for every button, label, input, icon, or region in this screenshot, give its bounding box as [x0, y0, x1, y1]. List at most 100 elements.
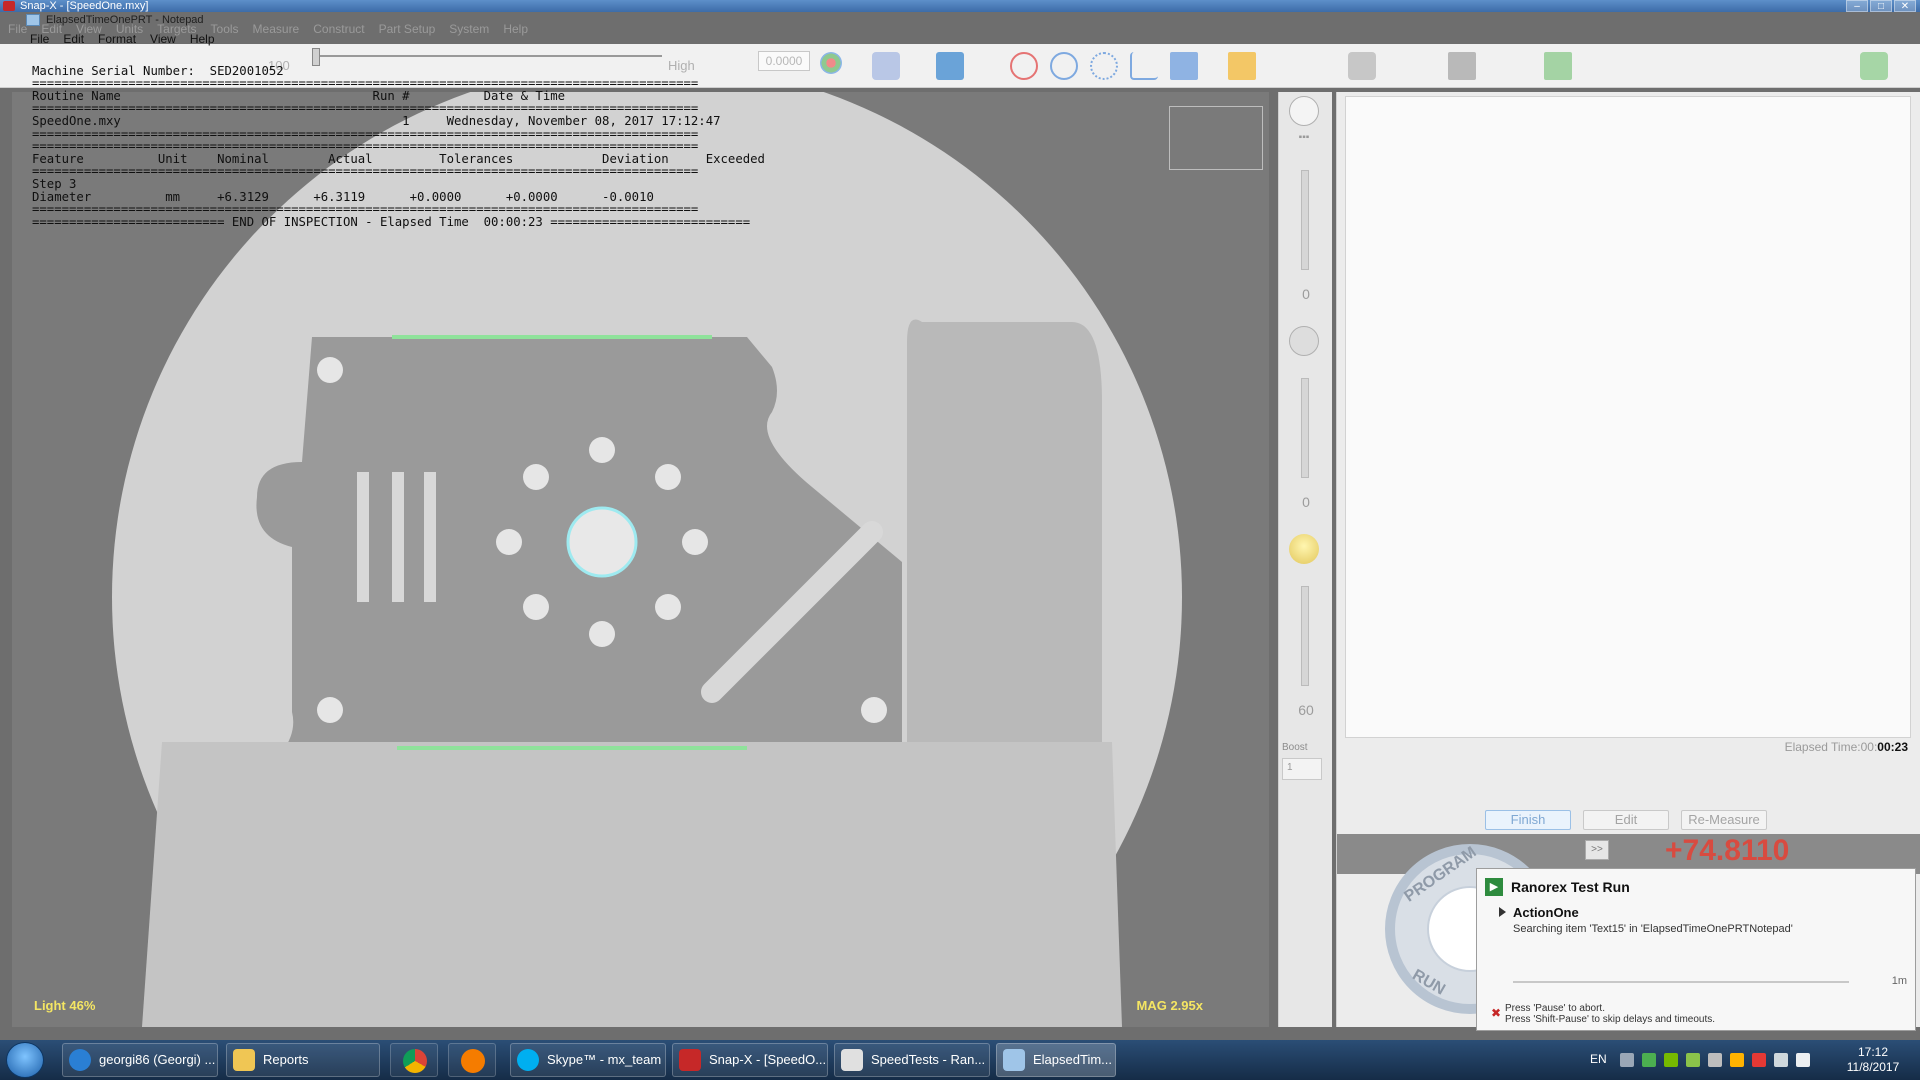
- menu-help[interactable]: Help: [503, 22, 528, 36]
- ranorex-hint-abort: Press 'Pause' to abort.: [1505, 1003, 1605, 1014]
- hole-bottom-right: [861, 697, 887, 723]
- task-ie[interactable]: georgi86 (Georgi) ...: [62, 1043, 218, 1077]
- menu-system[interactable]: System: [449, 22, 489, 36]
- system-tray: [1620, 1053, 1810, 1067]
- snap-title-bar: Snap-X - [SpeedOne.mxy] – □ ✕: [0, 0, 1920, 12]
- system-clock[interactable]: 17:12 11/8/2017: [1838, 1045, 1908, 1075]
- ranorex-title-text: Ranorex Test Run: [1511, 879, 1630, 895]
- camera-icon[interactable]: [1348, 52, 1376, 80]
- tray-green-icon[interactable]: [1642, 1053, 1656, 1067]
- coaxial-light-icon[interactable]: [1289, 326, 1319, 356]
- task-skype[interactable]: Skype™ - mx_team: [510, 1043, 666, 1077]
- task-notepad-label: ElapsedTim...: [1033, 1052, 1112, 1067]
- elapsed-time-hours: 00:: [1860, 740, 1878, 754]
- notepad-menu-file[interactable]: File: [30, 32, 49, 46]
- tray-monitor-icon[interactable]: [1774, 1053, 1788, 1067]
- ranorex-icon: [841, 1049, 863, 1071]
- task-reports[interactable]: Reports: [226, 1043, 380, 1077]
- ranorex-test-run-popup: ▶ Ranorex Test Run ActionOne Searching i…: [1476, 868, 1916, 1031]
- dotted-circle-icon[interactable]: [1090, 52, 1118, 80]
- menu-part-setup[interactable]: Part Setup: [379, 22, 436, 36]
- panel-toggle-icon[interactable]: [1860, 52, 1888, 80]
- ring-light-icon[interactable]: [1289, 96, 1319, 126]
- finish-button[interactable]: Finish: [1485, 810, 1571, 830]
- maximize-button[interactable]: □: [1870, 0, 1892, 12]
- snap-window-title: Snap-X - [SpeedOne.mxy]: [20, 0, 149, 12]
- chrome-icon: [403, 1049, 427, 1073]
- checklist-icon[interactable]: [1544, 52, 1572, 80]
- abort-icon: ✖: [1491, 1006, 1502, 1020]
- coaxial-light-value: 0: [1302, 494, 1310, 510]
- circle-center-icon[interactable]: [1050, 52, 1078, 80]
- tray-flag-icon[interactable]: [1752, 1053, 1766, 1067]
- ranorex-action-name: ActionOne: [1513, 905, 1579, 920]
- circle-tool-icon[interactable]: [1010, 52, 1038, 80]
- measured-circle: [566, 506, 638, 578]
- elapsed-time-label: Elapsed Time:: [1784, 740, 1861, 754]
- layers-icon[interactable]: [1170, 52, 1198, 80]
- ranorex-action[interactable]: ActionOne: [1499, 905, 1579, 920]
- expand-arrow-icon: [1499, 907, 1506, 917]
- dial-run-label: RUN: [1409, 966, 1448, 999]
- monitor-icon[interactable]: [1228, 52, 1256, 80]
- menu-measure[interactable]: Measure: [253, 22, 300, 36]
- play-icon: ▶: [1485, 878, 1503, 896]
- line-tool-icon[interactable]: [1130, 52, 1158, 80]
- task-snapx[interactable]: Snap-X - [SpeedO...: [672, 1043, 828, 1077]
- notepad-menu-bar: File Edit Format View Help: [30, 32, 215, 46]
- language-indicator[interactable]: EN: [1590, 1052, 1607, 1066]
- menu-construct[interactable]: Construct: [313, 22, 364, 36]
- slot-3: [424, 472, 436, 602]
- dots-icon: ▪▪▪: [1298, 132, 1310, 143]
- ranorex-hint-skip: Press 'Shift-Pause' to skip delays and t…: [1505, 1014, 1716, 1025]
- edit-button[interactable]: Edit: [1583, 810, 1669, 830]
- notepad-menu-format[interactable]: Format: [98, 32, 136, 46]
- backlight-value: 60: [1298, 702, 1314, 718]
- coaxial-light-slider[interactable]: [1301, 378, 1309, 478]
- part-right-tab: [907, 319, 1102, 752]
- task-notepad[interactable]: ElapsedTim...: [996, 1043, 1116, 1077]
- notepad-text-area[interactable]: Machine Serial Number: SED2001052 =======…: [32, 52, 812, 241]
- task-ranorex-label: SpeedTests - Ran...: [871, 1052, 986, 1067]
- gear-icon[interactable]: [872, 52, 900, 80]
- notepad-menu-edit[interactable]: Edit: [63, 32, 84, 46]
- skype-icon: [517, 1049, 539, 1071]
- print-icon[interactable]: [1448, 52, 1476, 80]
- notepad-menu-help[interactable]: Help: [190, 32, 215, 46]
- report-line: Step 3: [32, 176, 77, 191]
- notepad-title: ElapsedTimeOnePRT - Notepad: [46, 14, 204, 26]
- snapx-app-icon: [3, 1, 15, 11]
- task-ie-label: georgi86 (Georgi) ...: [99, 1052, 216, 1067]
- backlight-slider[interactable]: [1301, 586, 1309, 686]
- dro-value: +74.8110: [1665, 834, 1790, 867]
- window-controls: – □ ✕: [1846, 0, 1916, 14]
- re-measure-button[interactable]: Re-Measure: [1681, 810, 1767, 830]
- hole-bottom-left: [317, 697, 343, 723]
- next-nav-button[interactable]: >>: [1585, 840, 1609, 860]
- tray-app-icon[interactable]: [1686, 1053, 1700, 1067]
- report-end-line: ========================== END OF INSPEC…: [32, 214, 751, 229]
- tray-lock-icon[interactable]: [1730, 1053, 1744, 1067]
- minimize-button[interactable]: –: [1846, 0, 1868, 12]
- backlight-bulb-icon[interactable]: [1289, 534, 1319, 564]
- tray-printer-icon[interactable]: [1708, 1053, 1722, 1067]
- color-icon[interactable]: [820, 52, 842, 74]
- start-button[interactable]: [6, 1042, 44, 1078]
- tray-network-icon[interactable]: [1620, 1053, 1634, 1067]
- volume-icon[interactable]: [1796, 1053, 1810, 1067]
- ring-light-slider[interactable]: [1301, 170, 1309, 270]
- elapsed-time-value: 00:23: [1877, 740, 1908, 754]
- boost-spinner[interactable]: 1: [1282, 758, 1322, 780]
- chrome-pin[interactable]: [390, 1043, 438, 1077]
- notepad-menu-view[interactable]: View: [150, 32, 176, 46]
- part-bottom-band: [142, 742, 1122, 1027]
- tray-nvidia-icon[interactable]: [1664, 1053, 1678, 1067]
- results-list[interactable]: [1345, 96, 1911, 738]
- ring-light-value: 0: [1302, 286, 1310, 302]
- task-ranorex[interactable]: SpeedTests - Ran...: [834, 1043, 990, 1077]
- slot-1: [357, 472, 369, 602]
- close-button[interactable]: ✕: [1894, 0, 1916, 12]
- flag-icon[interactable]: [936, 52, 964, 80]
- notepad-title-bar: ElapsedTimeOnePRT - Notepad: [22, 12, 204, 28]
- media-player-pin[interactable]: [448, 1043, 496, 1077]
